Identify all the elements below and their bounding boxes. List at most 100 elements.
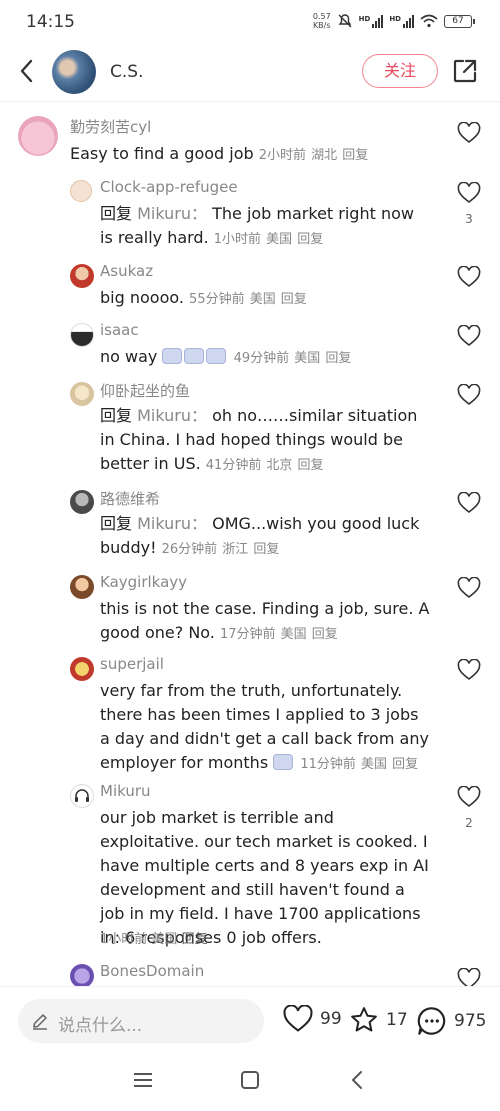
comment-location: 湖北 [311, 148, 338, 163]
comment-count: 975 [454, 1011, 487, 1031]
comment-body[interactable]: 回复 Mikuru： OMG...wish you good luck budd… [100, 512, 430, 562]
pencil-icon [33, 1014, 47, 1030]
like-button[interactable] [456, 967, 482, 986]
heart-icon [457, 324, 481, 347]
reply-button[interactable]: 回复 [182, 932, 208, 947]
post-like-button[interactable]: 99 [282, 1005, 342, 1033]
crying-emoji-icon [273, 754, 294, 770]
comment-input-placeholder: 说点什么... [58, 1016, 143, 1036]
comment-time: 17分钟前 [219, 627, 276, 642]
wifi-icon [420, 14, 438, 28]
back-nav-icon[interactable] [346, 1070, 368, 1090]
like-button[interactable] [456, 324, 482, 351]
like-button[interactable]: 2 [456, 785, 482, 830]
home-icon[interactable] [239, 1070, 261, 1090]
comment-author[interactable]: 仰卧起坐的鱼 [100, 380, 190, 401]
back-button[interactable] [14, 56, 40, 86]
comment-author[interactable]: 勤劳刻苦cyl [70, 116, 151, 137]
like-button[interactable]: 3 [456, 181, 482, 226]
commenter-avatar[interactable] [70, 575, 94, 599]
like-count: 99 [320, 1009, 342, 1029]
commenter-avatar[interactable] [70, 490, 94, 514]
comment-time: 26分钟前 [161, 542, 218, 557]
like-button[interactable] [456, 658, 482, 685]
crying-emoji-icon [206, 348, 227, 364]
comment-author[interactable]: superjail [100, 655, 164, 673]
follow-button[interactable]: 关注 [362, 54, 438, 88]
comment-author[interactable]: BonesDomain [100, 962, 204, 980]
comment-time: 1小时前 [100, 932, 148, 947]
comment-author[interactable]: 路德维希 [100, 488, 160, 509]
comment-time: 55分钟前 [189, 292, 245, 307]
comment-location: 美国 [266, 232, 293, 247]
comment-location: 浙江 [222, 542, 249, 557]
heart-icon [457, 265, 481, 288]
comment-body[interactable]: this is not the case. Finding a job, sur… [100, 597, 440, 647]
share-icon[interactable] [452, 58, 478, 84]
favorite-count: 17 [386, 1010, 408, 1030]
comment-author[interactable]: isaac [100, 321, 139, 339]
mention-link[interactable]: Mikuru： [137, 514, 207, 533]
reply-button[interactable]: 回复 [325, 351, 351, 366]
heart-icon [457, 491, 481, 514]
comment-time: 49分钟前 [233, 351, 290, 366]
comment-author[interactable]: Kaygirlkayy [100, 573, 187, 591]
commenter-avatar[interactable] [70, 180, 92, 202]
comment-author[interactable]: Clock-app-refugee [100, 178, 238, 196]
commenter-avatar[interactable] [18, 116, 58, 156]
commenter-avatar[interactable] [70, 784, 94, 808]
commenter-avatar[interactable] [70, 323, 94, 347]
like-button[interactable] [456, 383, 482, 410]
comment-author[interactable]: Mikuru [100, 782, 151, 800]
author-avatar[interactable] [52, 50, 96, 94]
comments-button[interactable]: 975 [416, 1005, 486, 1037]
comment-input[interactable]: 说点什么... [18, 999, 264, 1043]
comment-body[interactable]: 回复 Mikuru： oh no……similar situation in C… [100, 404, 430, 478]
like-button[interactable] [456, 576, 482, 603]
reply-button[interactable]: 回复 [297, 232, 323, 247]
reply-button[interactable]: 回复 [298, 458, 324, 473]
mention-link[interactable]: Mikuru： [137, 204, 207, 223]
comment-author[interactable]: Asukaz [100, 262, 153, 280]
favorite-button[interactable]: 17 [348, 1005, 408, 1035]
comment-time: 1小时前 [213, 232, 262, 247]
commenter-avatar[interactable] [70, 964, 94, 986]
commenter-avatar[interactable] [70, 264, 94, 288]
heart-icon [457, 383, 481, 406]
bottom-action-bar: 说点什么... 99 17 975 [0, 986, 500, 1052]
comment-body[interactable]: no way 49分钟前 美国 回复 [100, 345, 430, 371]
reply-button[interactable]: 回复 [281, 292, 307, 307]
comment-body[interactable]: very far from the truth, unfortunately. … [100, 679, 430, 777]
heart-icon [457, 121, 481, 144]
mention-link[interactable]: Mikuru： [137, 406, 207, 425]
comment-body[interactable]: 回复 Mikuru： The job market right now is r… [100, 202, 430, 252]
heart-icon [283, 1005, 313, 1032]
commenter-avatar[interactable] [70, 382, 94, 406]
post-header: C.S. 关注 [0, 44, 500, 102]
status-bar: 14:15 0.57 KB/s HD HD 67 [0, 0, 500, 44]
comment-time: 2小时前 [258, 148, 307, 163]
like-button[interactable] [456, 121, 482, 148]
like-button[interactable] [456, 491, 482, 518]
menu-icon[interactable] [132, 1070, 154, 1090]
comment-body[interactable]: Easy to find a good job 2小时前 湖北 回复 [70, 142, 440, 168]
comment-time: 41分钟前 [205, 458, 262, 473]
system-nav-bar [0, 1052, 500, 1111]
comment-list: 勤劳刻苦cyl Easy to find a good job 2小时前 湖北 … [0, 106, 500, 986]
reply-button[interactable]: 回复 [342, 148, 368, 163]
reply-button[interactable]: 回复 [392, 757, 418, 772]
comment-body[interactable]: big noooo. 55分钟前 美国 回复 [100, 286, 430, 312]
heart-icon [457, 576, 481, 599]
reply-button[interactable]: 回复 [253, 542, 279, 557]
commenter-avatar[interactable] [70, 657, 94, 681]
like-count: 3 [465, 212, 473, 226]
heart-icon [457, 785, 481, 808]
author-name[interactable]: C.S. [110, 62, 143, 82]
status-time: 14:15 [26, 12, 75, 32]
reply-button[interactable]: 回复 [312, 627, 338, 642]
reply-item: superjail very far from the truth, unfor… [0, 653, 500, 785]
like-button[interactable] [456, 265, 482, 292]
comment-location: 美国 [294, 351, 321, 366]
signal-icon-2: HD [389, 14, 414, 28]
signal-icon: HD [359, 14, 384, 28]
